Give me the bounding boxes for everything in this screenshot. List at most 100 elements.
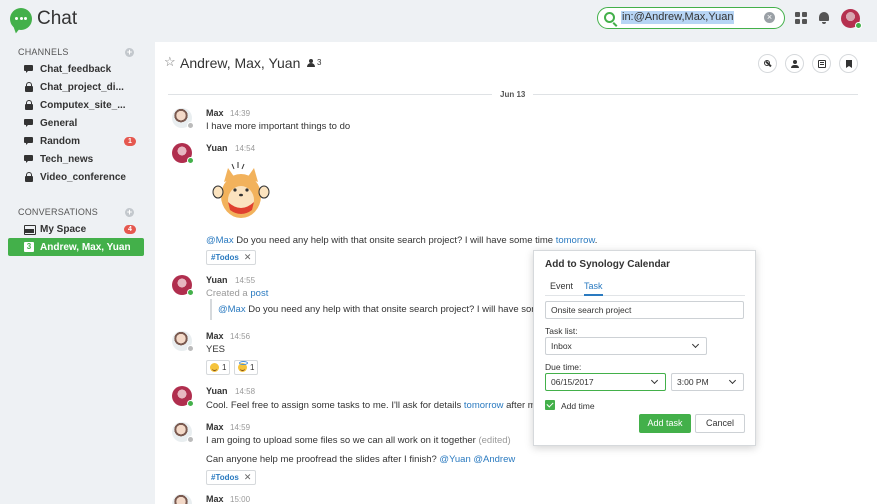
add-time-label: Add time bbox=[561, 401, 595, 411]
reaction-chip[interactable]: 1 bbox=[206, 360, 231, 375]
message-author[interactable]: Max bbox=[206, 422, 224, 432]
task-list-select[interactable]: Inbox bbox=[545, 337, 707, 355]
date-link[interactable]: tomorrow bbox=[556, 235, 595, 246]
add-channel-button[interactable]: + bbox=[125, 48, 134, 57]
notification-bell-icon[interactable] bbox=[818, 12, 830, 24]
sidebar-item-chat-project[interactable]: Chat_project_di... bbox=[8, 78, 144, 96]
hashtag-label: #Todos bbox=[211, 473, 239, 482]
remove-tag-icon[interactable]: ✕ bbox=[244, 472, 252, 483]
cancel-button[interactable]: Cancel bbox=[695, 414, 745, 433]
clear-search-icon[interactable]: × bbox=[764, 12, 775, 23]
sidebar-item-general[interactable]: General bbox=[8, 114, 144, 132]
search-box[interactable]: in:@Andrew,Max,Yuan × bbox=[597, 7, 785, 29]
chevron-down-icon bbox=[691, 340, 700, 349]
task-title-input[interactable]: Onsite search project bbox=[545, 301, 744, 319]
offline-status-dot bbox=[187, 345, 194, 352]
message-time: 14:54 bbox=[235, 144, 256, 153]
app-logo[interactable]: Chat bbox=[10, 8, 77, 30]
avatar[interactable] bbox=[172, 143, 194, 164]
avatar[interactable] bbox=[172, 108, 194, 129]
add-conversation-button[interactable]: + bbox=[125, 208, 134, 217]
shiba-dog-sticker bbox=[212, 162, 270, 218]
due-time-select[interactable]: 3:00 PM bbox=[671, 373, 744, 391]
message-author[interactable]: Yuan bbox=[206, 386, 228, 396]
conversation-header: ☆ Andrew, Max, Yuan 3 bbox=[155, 42, 877, 86]
member-count[interactable]: 3 bbox=[307, 58, 321, 67]
search-icon bbox=[604, 12, 615, 23]
sidebar-item-tech-news[interactable]: Tech_news bbox=[8, 150, 144, 168]
conversation-panel: ☆ Andrew, Max, Yuan 3 Jun 13 Max 14:39 I… bbox=[155, 42, 877, 504]
tab-task[interactable]: Task bbox=[584, 281, 603, 296]
sidebar-item-my-space[interactable]: My Space 4 bbox=[8, 220, 144, 238]
post-link[interactable]: post bbox=[250, 288, 268, 299]
avatar[interactable] bbox=[172, 422, 194, 443]
unread-badge: 4 bbox=[124, 224, 136, 234]
date-link[interactable]: tomorrow bbox=[464, 400, 504, 411]
due-date-value: 06/15/2017 bbox=[551, 377, 594, 387]
dialog-title: Add to Synology Calendar bbox=[545, 259, 671, 270]
add-time-checkbox[interactable] bbox=[545, 400, 555, 410]
wrench-icon bbox=[764, 60, 772, 68]
message-text: I am going to upload some files so we ca… bbox=[206, 435, 511, 446]
quoted-post[interactable]: @Max Do you need any help with that onsi… bbox=[210, 299, 540, 320]
due-date-picker[interactable]: 06/15/2017 bbox=[545, 373, 666, 391]
chevron-down-icon bbox=[650, 376, 659, 385]
avatar[interactable] bbox=[172, 386, 194, 407]
channel-bubble-icon bbox=[24, 118, 34, 128]
sidebar-item-label: Tech_news bbox=[40, 153, 94, 165]
reaction-count: 1 bbox=[222, 363, 227, 372]
sidebar-item-random[interactable]: Random 1 bbox=[8, 132, 144, 150]
message-author[interactable]: Yuan bbox=[206, 275, 228, 285]
message-author[interactable]: Max bbox=[206, 331, 224, 341]
avatar[interactable] bbox=[172, 494, 192, 504]
search-input[interactable]: in:@Andrew,Max,Yuan bbox=[621, 11, 735, 24]
members-button[interactable] bbox=[785, 54, 804, 73]
message-author[interactable]: Max bbox=[206, 108, 224, 118]
number-icon: 3 bbox=[24, 242, 34, 252]
bookmarks-button[interactable] bbox=[839, 54, 858, 73]
unread-badge: 1 bbox=[124, 136, 136, 146]
mention-link[interactable]: @Max bbox=[218, 304, 246, 315]
mention-link[interactable]: @Yuan @Andrew bbox=[439, 454, 515, 465]
message-text: Created a post bbox=[206, 288, 269, 299]
reaction-chip[interactable]: 1 bbox=[234, 360, 259, 375]
sidebar-item-label: Computex_site_... bbox=[40, 99, 126, 111]
avatar[interactable] bbox=[172, 331, 194, 352]
sidebar-item-computex-site[interactable]: Computex_site_... bbox=[8, 96, 144, 114]
remove-tag-icon[interactable]: ✕ bbox=[244, 252, 252, 263]
sidebar-item-video-conference[interactable]: Video_conference bbox=[8, 168, 144, 186]
message-author[interactable]: Yuan bbox=[206, 143, 228, 153]
chevron-down-icon bbox=[728, 376, 737, 385]
star-icon[interactable]: ☆ bbox=[164, 55, 176, 69]
sidebar-item-label: Chat_project_di... bbox=[40, 81, 124, 93]
note-icon bbox=[818, 60, 826, 68]
task-list-label: Task list: bbox=[545, 326, 578, 336]
add-task-button[interactable]: Add task bbox=[639, 414, 691, 433]
message-time: 14:58 bbox=[235, 387, 256, 396]
lock-icon bbox=[24, 100, 34, 110]
online-status-dot bbox=[187, 157, 194, 164]
posts-button[interactable] bbox=[812, 54, 831, 73]
sidebar-item-label: Video_conference bbox=[40, 171, 126, 183]
hashtag-chip[interactable]: #Todos ✕ bbox=[206, 250, 257, 265]
tab-event[interactable]: Event bbox=[550, 281, 573, 294]
offline-status-dot bbox=[187, 122, 194, 129]
due-time-label: Due time: bbox=[545, 362, 582, 372]
apps-grid-icon[interactable] bbox=[795, 12, 807, 24]
hashtag-chip[interactable]: #Todos ✕ bbox=[206, 470, 257, 485]
settings-button[interactable] bbox=[758, 54, 777, 73]
sidebar-item-label: General bbox=[40, 117, 78, 129]
edited-label: (edited) bbox=[478, 435, 511, 446]
sidebar-item-chat-feedback[interactable]: Chat_feedback bbox=[8, 60, 144, 78]
message-time: 14:39 bbox=[230, 109, 251, 118]
message-author[interactable]: Max bbox=[206, 494, 224, 504]
user-avatar[interactable] bbox=[841, 9, 862, 29]
message-text: Cool. Feel free to assign some tasks to … bbox=[206, 400, 557, 411]
mention-link[interactable]: @Max bbox=[206, 235, 234, 246]
online-status-dot bbox=[187, 400, 194, 407]
sidebar-item-andrew-max-yuan[interactable]: 3 Andrew, Max, Yuan bbox=[8, 238, 144, 256]
sidebar: CHANNELS + Chat_feedback Chat_project_di… bbox=[0, 38, 152, 504]
sidebar-item-label: Chat_feedback bbox=[40, 63, 112, 75]
avatar[interactable] bbox=[172, 275, 194, 296]
due-time-value: 3:00 PM bbox=[677, 377, 709, 387]
